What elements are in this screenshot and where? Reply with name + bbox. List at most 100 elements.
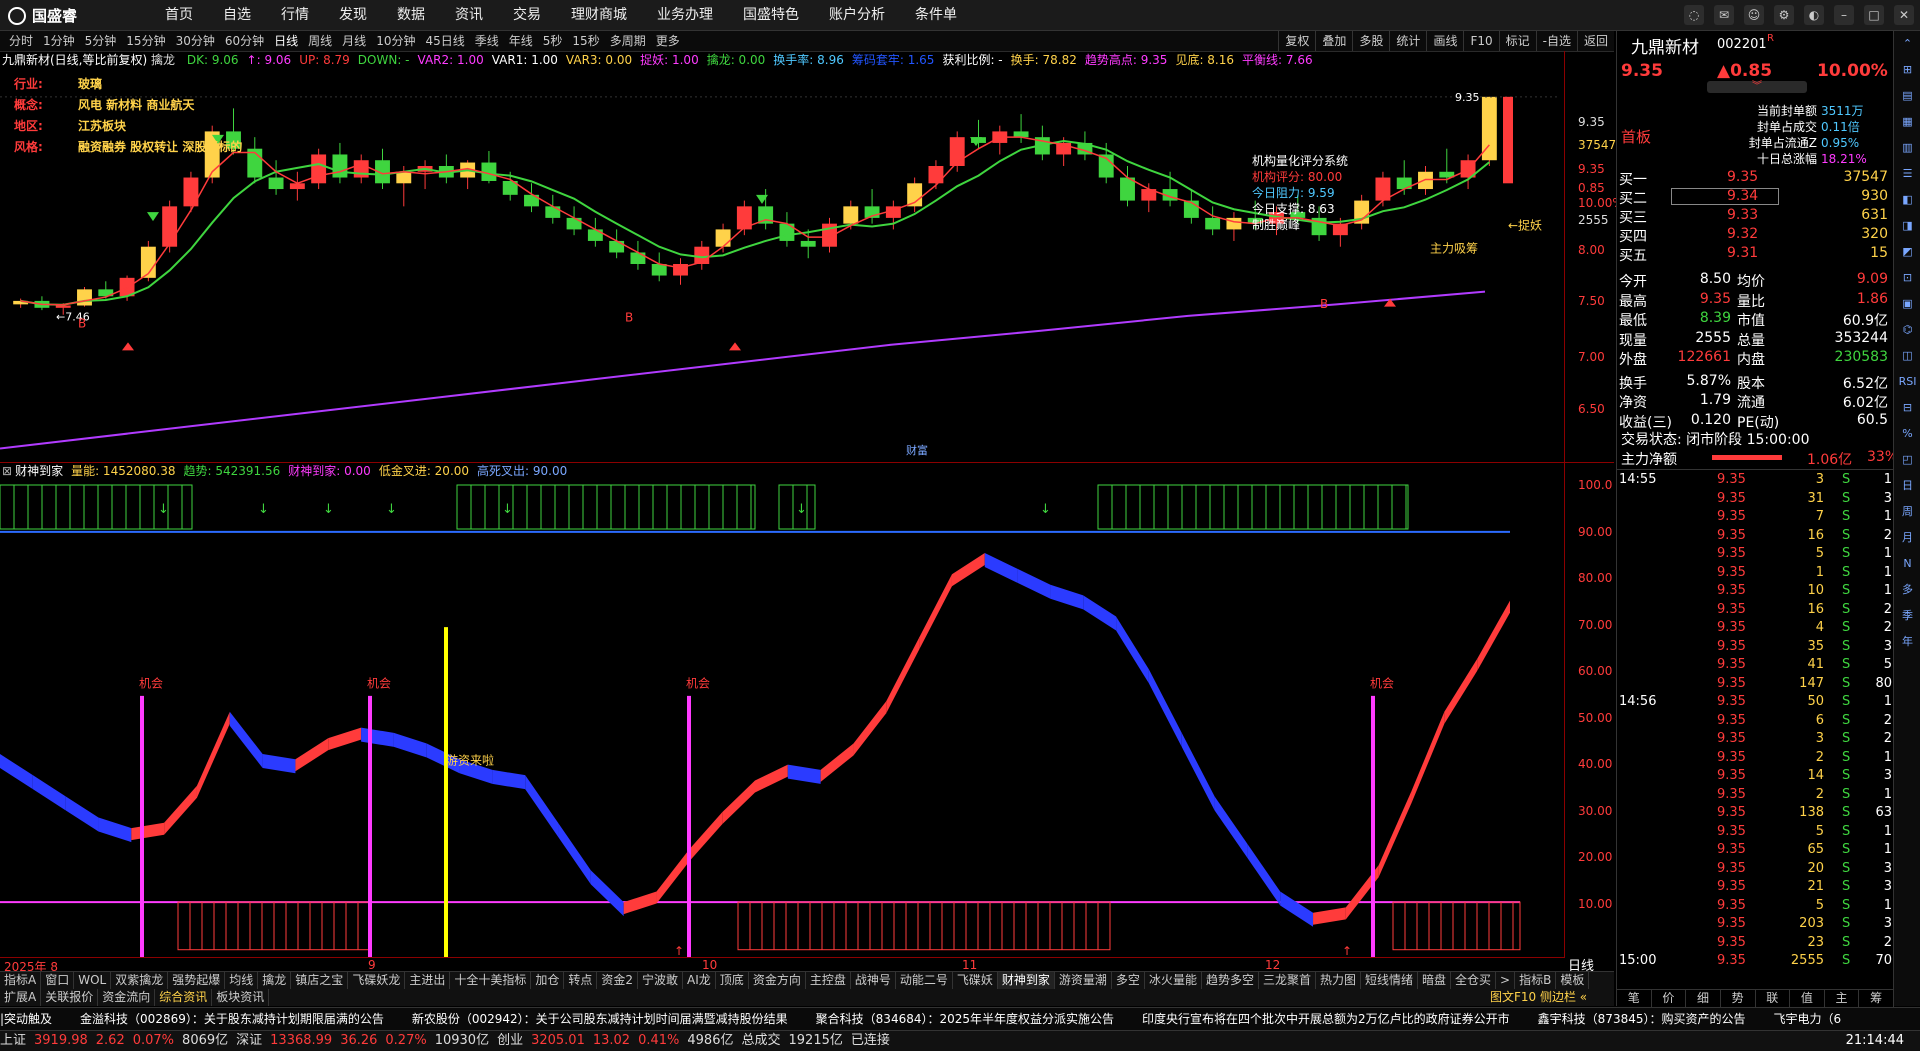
indicator-tab[interactable]: 模板 bbox=[1556, 972, 1590, 989]
period-tab[interactable]: 15秒 bbox=[567, 31, 604, 51]
period-tab[interactable]: 1分钟 bbox=[38, 31, 80, 51]
side-tool-icon[interactable]: ◩ bbox=[1897, 242, 1919, 262]
side-tool-icon[interactable]: 多 bbox=[1897, 580, 1919, 600]
indicator-tab[interactable]: 游资量潮 bbox=[1055, 972, 1112, 989]
indicator-tab[interactable]: 冰火量能 bbox=[1145, 972, 1202, 989]
side-tool-icon[interactable]: ◰ bbox=[1897, 450, 1919, 470]
order-book-row[interactable]: 买一 9.35 37547 bbox=[1617, 169, 1894, 188]
indicator-tab[interactable]: 十全十美指标 bbox=[450, 972, 532, 989]
news-item[interactable]: 聚合科技（834684）：2025年半年度权益分派实施公告 bbox=[816, 1012, 1114, 1026]
order-book-row[interactable]: 买三 9.33 631 bbox=[1617, 207, 1894, 226]
nav-item[interactable]: 发现 bbox=[324, 0, 382, 30]
indicator-tab[interactable]: 窗口 bbox=[41, 972, 75, 989]
indicator-tab[interactable]: 双紫擒龙 bbox=[111, 972, 169, 989]
skin-icon[interactable]: ◐ bbox=[1804, 5, 1824, 25]
indicator-tab[interactable]: 强势起爆 bbox=[168, 972, 226, 989]
chart-tool-button[interactable]: 多股 bbox=[1352, 31, 1389, 51]
side-tool-icon[interactable]: 日 bbox=[1897, 476, 1919, 496]
nav-item[interactable]: 交易 bbox=[498, 0, 556, 30]
quote-panel-tab[interactable]: 价 bbox=[1652, 990, 1687, 1007]
indicator-tab[interactable]: 暗盘 bbox=[1418, 972, 1452, 989]
quote-panel-tab[interactable]: 值 bbox=[1790, 990, 1825, 1007]
nav-item[interactable]: 理财商城 bbox=[556, 0, 642, 30]
chart-tool-button[interactable]: 复权 bbox=[1278, 31, 1315, 51]
side-tool-icon[interactable]: ▤ bbox=[1897, 86, 1919, 106]
period-tab[interactable]: 10分钟 bbox=[371, 31, 420, 51]
indicator-tab[interactable]: 热力图 bbox=[1316, 972, 1361, 989]
period-tab[interactable]: 月线 bbox=[337, 31, 371, 51]
indicator-tab[interactable]: 全仓买 bbox=[1451, 972, 1497, 989]
indicator-tab[interactable]: 均线 bbox=[225, 972, 259, 989]
extension-tab[interactable]: 关联报价 bbox=[41, 989, 99, 1006]
extension-tab[interactable]: 综合资讯 bbox=[155, 989, 213, 1006]
indicator-tab[interactable]: 镇店之宝 bbox=[291, 972, 349, 989]
news-item[interactable]: 金溢科技（002869）：关于股东减持计划期限届满的公告 bbox=[80, 1012, 384, 1026]
user-icon[interactable]: ☺ bbox=[1744, 5, 1764, 25]
quote-panel-tab[interactable]: 势 bbox=[1721, 990, 1756, 1007]
chart-tool-button[interactable]: 叠加 bbox=[1315, 31, 1352, 51]
indicator-tab[interactable]: 战神号 bbox=[851, 972, 896, 989]
period-tab[interactable]: 更多 bbox=[651, 31, 685, 51]
app-logo[interactable]: 国盛睿 bbox=[8, 5, 77, 26]
nav-item[interactable]: 数据 bbox=[382, 0, 440, 30]
side-tool-icon[interactable]: ◫ bbox=[1897, 346, 1919, 366]
indicator-tab[interactable]: 宁波敢 bbox=[638, 972, 684, 989]
extension-tab[interactable]: 扩展A bbox=[0, 989, 42, 1006]
side-tool-icon[interactable]: N bbox=[1897, 554, 1919, 574]
indicator-tab[interactable]: 指标B bbox=[1515, 972, 1557, 989]
news-item[interactable]: 鑫宇科技（873845）：购买资产的公告 bbox=[1538, 1012, 1746, 1026]
side-tool-icon[interactable]: 月 bbox=[1897, 528, 1919, 548]
side-tool-icon[interactable]: ⊞ bbox=[1897, 60, 1919, 80]
news-item[interactable]: 印度央行宣布将在四个批次中开展总额为2万亿卢比的政府证券公开市 bbox=[1142, 1012, 1510, 1026]
indicator-tab[interactable]: > bbox=[1496, 972, 1516, 989]
indicator-tab[interactable]: 趋势多空 bbox=[1202, 972, 1259, 989]
indicator-tab[interactable]: 三龙聚首 bbox=[1259, 972, 1316, 989]
settings-icon[interactable]: ⚙ bbox=[1774, 5, 1794, 25]
indicator-tab[interactable]: 转点 bbox=[564, 972, 598, 989]
period-tab[interactable]: 分时 bbox=[4, 31, 38, 51]
order-book-row[interactable]: 买四 9.32 320 bbox=[1617, 226, 1894, 245]
side-tool-icon[interactable]: ▦ bbox=[1897, 112, 1919, 132]
maximize-icon[interactable]: □ bbox=[1864, 5, 1884, 25]
side-tool-icon[interactable]: 季 bbox=[1897, 606, 1919, 626]
nav-item[interactable]: 自选 bbox=[208, 0, 266, 30]
extension-tab[interactable]: 资金流向 bbox=[98, 989, 156, 1006]
news-item[interactable]: 新农股份（002942）：关于公司股东减持计划时间届满暨减持股份结果 bbox=[412, 1012, 788, 1026]
indicator-tab[interactable]: 资金2 bbox=[597, 972, 639, 989]
nav-item[interactable]: 资讯 bbox=[440, 0, 498, 30]
close-icon[interactable]: ✕ bbox=[1894, 5, 1914, 25]
period-tab[interactable]: 15分钟 bbox=[121, 31, 170, 51]
pane-close-icon[interactable]: ⊠ bbox=[2, 464, 12, 478]
quote-panel-tab[interactable]: 筹 bbox=[1859, 990, 1894, 1007]
period-tab[interactable]: 60分钟 bbox=[220, 31, 269, 51]
period-tab[interactable]: 日线 bbox=[269, 31, 303, 51]
minimize-icon[interactable]: – bbox=[1834, 5, 1854, 25]
period-tab[interactable]: 45日线 bbox=[420, 31, 469, 51]
side-tool-icon[interactable]: ▥ bbox=[1897, 138, 1919, 158]
quote-panel-tab[interactable]: 主 bbox=[1825, 990, 1860, 1007]
chart-tool-button[interactable]: 统计 bbox=[1389, 31, 1426, 51]
chart-tool-button[interactable]: 标记 bbox=[1498, 31, 1536, 51]
side-tool-icon[interactable]: ▣ bbox=[1897, 294, 1919, 314]
quote-panel-tab[interactable]: 细 bbox=[1686, 990, 1721, 1007]
period-tab[interactable]: 年线 bbox=[504, 31, 538, 51]
indicator-tab[interactable]: 顶底 bbox=[716, 972, 749, 989]
nav-item[interactable]: 条件单 bbox=[900, 0, 972, 30]
news-item[interactable]: |突动触及 bbox=[0, 1012, 52, 1026]
nav-item[interactable]: 国盛特色 bbox=[728, 0, 814, 30]
period-tab[interactable]: 30分钟 bbox=[171, 31, 220, 51]
period-tab[interactable]: 周线 bbox=[303, 31, 337, 51]
indicator-tab[interactable]: 加仓 bbox=[531, 972, 565, 989]
period-tab[interactable]: 5分钟 bbox=[80, 31, 122, 51]
side-panel-toggle[interactable]: 图文F10 侧边栏 « bbox=[1490, 989, 1587, 1006]
news-item[interactable]: 飞宇电力（6 bbox=[1773, 1012, 1841, 1026]
side-tool-icon[interactable]: % bbox=[1897, 424, 1919, 444]
mail-icon[interactable]: ✉ bbox=[1714, 5, 1734, 25]
side-tool-icon[interactable]: RSI bbox=[1897, 372, 1919, 392]
period-tab[interactable]: 多周期 bbox=[605, 31, 651, 51]
chart-tool-button[interactable]: 返回 bbox=[1576, 31, 1614, 51]
side-tool-icon[interactable]: ⊡ bbox=[1897, 268, 1919, 288]
extension-tab[interactable]: 板块资讯 bbox=[212, 989, 270, 1006]
nav-item[interactable]: 业务办理 bbox=[642, 0, 728, 30]
expand-icon[interactable]: ︾ bbox=[1707, 81, 1807, 93]
